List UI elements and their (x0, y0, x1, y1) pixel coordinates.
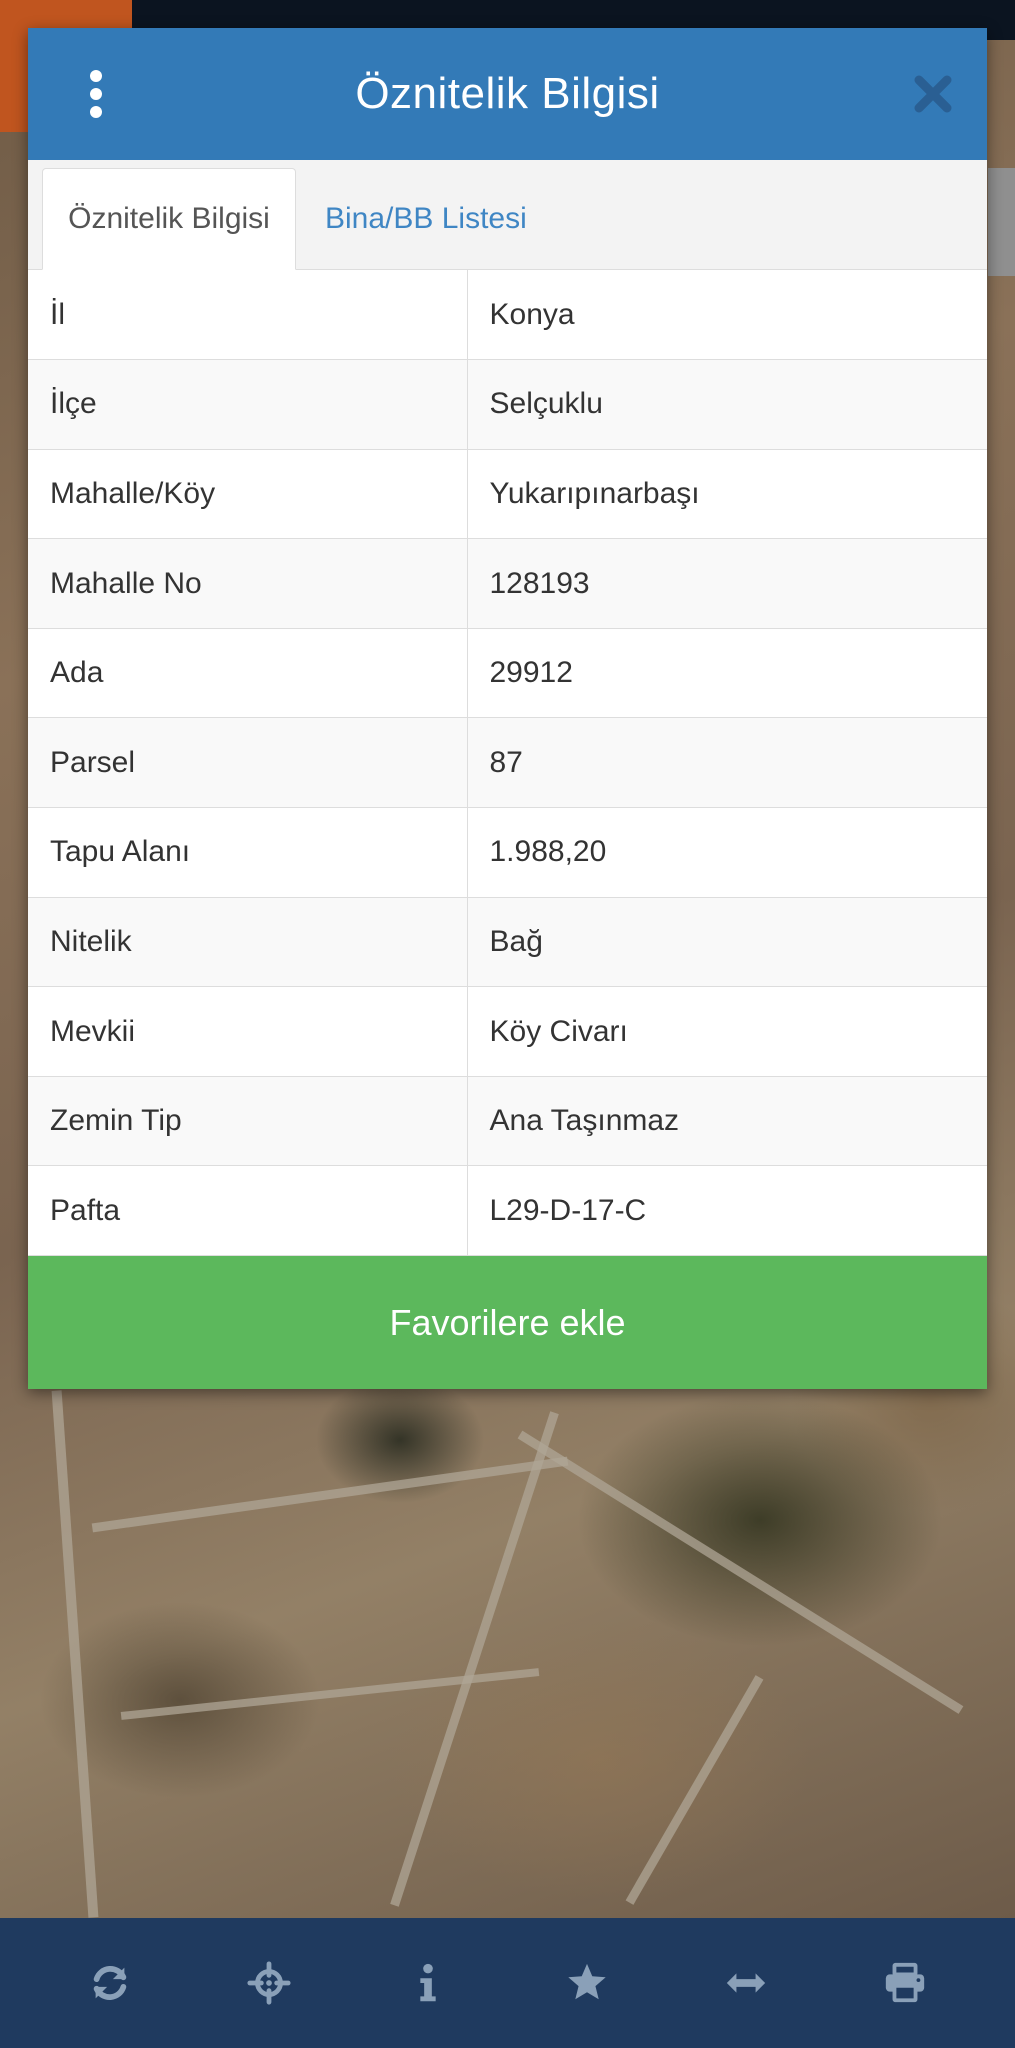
table-row: Mevkii Köy Civarı (28, 986, 987, 1077)
menu-dot-icon (90, 106, 102, 118)
attribute-value: 87 (467, 717, 987, 809)
table-row: İlçe Selçuklu (28, 359, 987, 450)
table-row: Ada 29912 (28, 628, 987, 719)
attribute-key: Mahalle No (28, 538, 468, 629)
attribute-key: Parsel (28, 717, 468, 809)
attribute-key: Nitelik (28, 897, 468, 988)
attribute-value: Konya (467, 270, 987, 361)
horizontal-arrows-icon (727, 1973, 766, 1993)
attribute-table: İl Konya İlçe Selçuklu Mahalle/Köy Yukar… (28, 270, 987, 1257)
tab-building-list[interactable]: Bina/BB Listesi (325, 168, 527, 270)
table-row: Mahalle/Köy Yukarıpınarbaşı (28, 449, 987, 540)
table-row: Zemin Tip Ana Taşınmaz (28, 1076, 987, 1167)
tab-bar: Öznitelik Bilgisi Bina/BB Listesi (28, 160, 987, 270)
menu-dot-icon (90, 88, 102, 100)
attribute-key: Pafta (28, 1165, 468, 1257)
modal-title: Öznitelik Bilgisi (355, 69, 660, 118)
measure-button[interactable] (706, 1943, 786, 2023)
table-row: Mahalle No 128193 (28, 538, 987, 629)
table-row: Tapu Alanı 1.988,20 (28, 807, 987, 898)
attribute-value: Ana Taşınmaz (467, 1076, 987, 1167)
attribute-value: 29912 (467, 628, 987, 719)
info-button[interactable] (388, 1943, 468, 2023)
attribute-key: Mahalle/Köy (28, 449, 468, 540)
table-row: Parsel 87 (28, 717, 987, 809)
table-row: Pafta L29-D-17-C (28, 1165, 987, 1257)
attribute-value: 128193 (467, 538, 987, 629)
menu-dot-icon (90, 70, 102, 82)
modal-header: Öznitelik Bilgisi (28, 28, 987, 160)
info-icon (420, 1963, 436, 2002)
favorites-button[interactable] (547, 1943, 627, 2023)
bottom-toolbar (0, 1918, 1015, 2048)
close-icon (914, 75, 952, 113)
map-scroll-handle[interactable] (988, 168, 1015, 276)
more-menu-button[interactable] (76, 66, 116, 122)
attribute-value: Köy Civarı (467, 986, 987, 1077)
attribute-value: Bağ (467, 897, 987, 988)
star-icon (568, 1963, 606, 2000)
crosshair-icon (247, 1961, 291, 2005)
attribute-value: Selçuklu (467, 359, 987, 450)
table-row: İl Konya (28, 270, 987, 361)
refresh-button[interactable] (70, 1943, 150, 2023)
tab-attribute-info[interactable]: Öznitelik Bilgisi (42, 168, 296, 270)
attribute-key: Mevkii (28, 986, 468, 1077)
attribute-key: Ada (28, 628, 468, 719)
attribute-value: L29-D-17-C (467, 1165, 987, 1257)
table-row: Nitelik Bağ (28, 897, 987, 988)
locate-button[interactable] (229, 1943, 309, 2023)
refresh-icon (93, 1966, 126, 2000)
attribute-key: Zemin Tip (28, 1076, 468, 1167)
attribute-value: 1.988,20 (467, 807, 987, 898)
print-button[interactable] (865, 1943, 945, 2023)
add-to-favorites-button[interactable]: Favorilere ekle (28, 1256, 987, 1390)
print-icon (886, 1962, 925, 2003)
attribute-info-modal: Öznitelik Bilgisi Öznitelik Bilgisi Bina… (28, 28, 987, 1390)
close-button[interactable] (909, 70, 957, 118)
attribute-key: Tapu Alanı (28, 807, 468, 898)
attribute-key: İl (28, 270, 468, 361)
attribute-value: Yukarıpınarbaşı (467, 449, 987, 540)
attribute-key: İlçe (28, 359, 468, 450)
